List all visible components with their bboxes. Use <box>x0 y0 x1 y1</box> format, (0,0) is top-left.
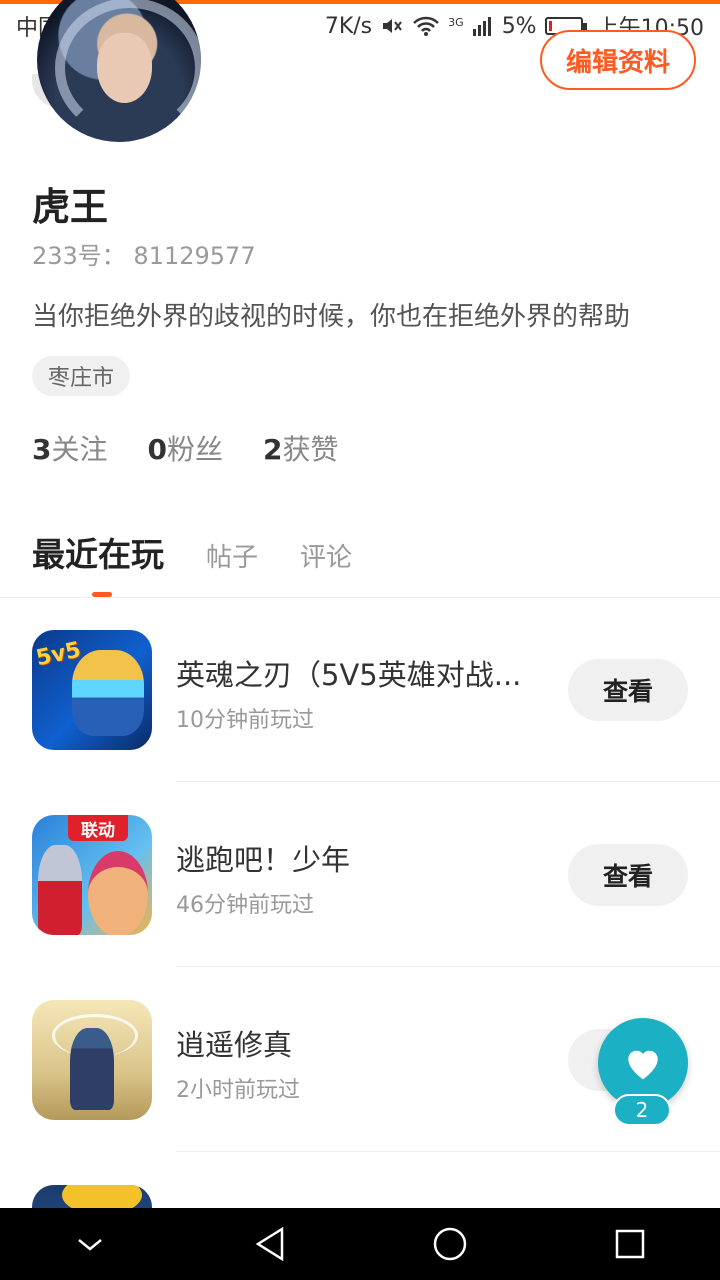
view-game-button[interactable]: 查看 <box>568 659 688 721</box>
avatar[interactable] <box>37 0 201 142</box>
recents-square-icon <box>615 1229 645 1259</box>
location-chip[interactable]: 枣庄市 <box>32 356 131 396</box>
stat-likes[interactable]: 2获赞 <box>263 428 339 468</box>
row-divider <box>176 781 720 782</box>
tab-comments[interactable]: 评论 <box>300 537 352 574</box>
game-row[interactable] <box>0 1185 720 1208</box>
game-row[interactable]: 联动 逃跑吧！少年 46分钟前玩过 查看 <box>0 815 720 1000</box>
stat-likes-count: 2 <box>263 433 283 466</box>
nav-collapse-button[interactable] <box>60 1214 120 1274</box>
avatar-container[interactable] <box>32 0 202 148</box>
stat-followers[interactable]: 0粉丝 <box>148 428 224 468</box>
row-divider <box>176 966 720 967</box>
nav-home-button[interactable] <box>420 1214 480 1274</box>
nav-back-button[interactable] <box>240 1214 300 1274</box>
game-last-played: 2小时前玩过 <box>176 1078 300 1103</box>
game-icon-tag: 联动 <box>68 815 128 841</box>
profile-tabs: 最近在玩 帖子 评论 <box>32 528 352 576</box>
user-bio: 当你拒绝外界的歧视的时候，你也在拒绝外界的帮助 <box>32 302 631 332</box>
tab-posts[interactable]: 帖子 <box>206 537 258 574</box>
game-title: 逃跑吧！少年 <box>176 843 351 877</box>
chevron-down-icon <box>78 1239 102 1251</box>
row-divider <box>176 1151 720 1152</box>
battery-percent: 5% <box>501 13 537 39</box>
back-triangle-icon <box>255 1226 284 1262</box>
user-id: 233号： 81129577 <box>32 242 256 270</box>
signal-icon <box>472 17 491 36</box>
wifi-icon <box>413 16 440 36</box>
system-nav-bar <box>0 1208 720 1280</box>
heart-icon <box>628 1050 658 1080</box>
stat-likes-label: 获赞 <box>282 433 339 466</box>
profile-stats: 3关注 0粉丝 2获赞 <box>32 428 339 468</box>
stat-following[interactable]: 3关注 <box>32 428 108 468</box>
game-title: 逍遥修真 <box>176 1028 293 1062</box>
game-row[interactable]: 5v5 英魂之刃（5V5英雄对战... 10分钟前玩过 查看 <box>0 630 720 815</box>
game-last-played: 46分钟前玩过 <box>176 893 314 918</box>
game-icon[interactable]: 5v5 <box>32 630 152 750</box>
tabs-divider <box>0 597 720 598</box>
like-count-badge: 2 <box>613 1094 671 1126</box>
stat-following-count: 3 <box>32 433 52 466</box>
home-circle-icon <box>433 1227 467 1261</box>
view-game-button[interactable]: 查看 <box>568 844 688 906</box>
stat-followers-count: 0 <box>147 433 167 466</box>
nav-recents-button[interactable] <box>600 1214 660 1274</box>
stat-followers-label: 粉丝 <box>166 433 223 466</box>
game-icon[interactable] <box>32 1000 152 1120</box>
game-last-played: 10分钟前玩过 <box>176 708 314 733</box>
edit-profile-button[interactable]: 编辑资料 <box>540 30 696 90</box>
username: 虎王 <box>32 185 109 229</box>
game-title: 英魂之刃（5V5英雄对战... <box>176 658 522 692</box>
game-icon[interactable]: 联动 <box>32 815 152 935</box>
game-icon[interactable] <box>32 1185 152 1208</box>
mute-icon <box>383 19 402 33</box>
stat-following-label: 关注 <box>51 433 108 466</box>
tab-recently-played[interactable]: 最近在玩 <box>32 528 164 576</box>
network-speed: 7K/s <box>324 13 373 39</box>
network-type: 3G <box>448 16 464 29</box>
